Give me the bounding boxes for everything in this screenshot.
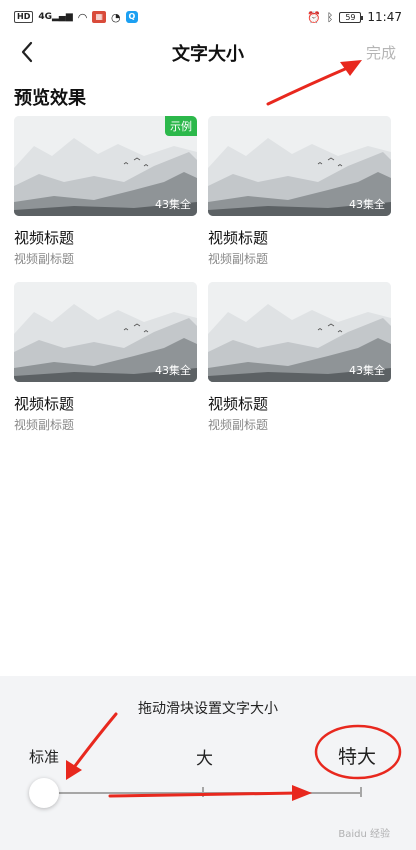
bluetooth-icon: ᛒ bbox=[326, 10, 334, 24]
video-subtitle: 视频副标题 bbox=[208, 252, 269, 266]
video-subtitle: 视频副标题 bbox=[14, 252, 75, 266]
size-label-extra-large[interactable]: 特大 bbox=[338, 742, 376, 769]
video-title: 视频标题 bbox=[14, 395, 75, 413]
video-thumbnail: 示例 43集全 bbox=[14, 116, 197, 216]
calendar-icon: ▦ bbox=[92, 11, 106, 23]
video-thumbnail: 43集全 bbox=[208, 282, 391, 382]
status-bar: HD 4G▂▄▆ ◠ ▦ ◔ Q ⏰ ᛒ 59 11:47 bbox=[0, 0, 416, 34]
font-size-panel: 拖动滑块设置文字大小 标准 大 特大 bbox=[0, 676, 416, 850]
page-title: 文字大小 bbox=[172, 44, 244, 65]
slider-knob[interactable] bbox=[29, 778, 59, 808]
video-subtitle: 视频副标题 bbox=[14, 418, 75, 432]
preview-section-title: 预览效果 bbox=[14, 88, 86, 109]
episode-count: 43集全 bbox=[155, 364, 191, 377]
video-card[interactable]: 43集全 视频标题 视频副标题 bbox=[208, 282, 391, 433]
vpn-icon: ◔ bbox=[110, 10, 121, 24]
app-icon: Q bbox=[125, 11, 139, 23]
video-card[interactable]: 43集全 视频标题 视频副标题 bbox=[14, 282, 197, 433]
slider-hint: 拖动滑块设置文字大小 bbox=[138, 701, 278, 717]
battery-icon: 59 bbox=[339, 11, 364, 23]
hd-icon: HD bbox=[14, 11, 34, 23]
episode-count: 43集全 bbox=[349, 364, 385, 377]
slider-tick bbox=[360, 787, 362, 797]
status-left-icons: HD 4G▂▄▆ ◠ ▦ ◔ Q bbox=[14, 10, 139, 24]
alarm-icon: ⏰ bbox=[307, 10, 321, 24]
wifi-icon: ◠ bbox=[77, 10, 88, 24]
status-right-icons: ⏰ ᛒ 59 11:47 bbox=[307, 10, 402, 24]
video-card[interactable]: 43集全 视频标题 视频副标题 bbox=[208, 116, 391, 267]
episode-count: 43集全 bbox=[349, 198, 385, 211]
video-thumbnail: 43集全 bbox=[14, 282, 197, 382]
video-subtitle: 视频副标题 bbox=[208, 418, 269, 432]
signal-icon: 4G▂▄▆ bbox=[38, 12, 73, 22]
video-title: 视频标题 bbox=[208, 229, 269, 247]
size-label-large[interactable]: 大 bbox=[196, 744, 213, 769]
done-button[interactable]: 完成 bbox=[366, 42, 396, 63]
slider-tick bbox=[202, 787, 204, 797]
size-label-standard[interactable]: 标准 bbox=[29, 746, 59, 767]
example-tag: 示例 bbox=[165, 116, 197, 136]
episode-count: 43集全 bbox=[155, 198, 191, 211]
video-title: 视频标题 bbox=[14, 229, 75, 247]
clock: 11:47 bbox=[367, 10, 402, 24]
video-title: 视频标题 bbox=[208, 395, 269, 413]
title-bar: 文字大小 完成 bbox=[0, 34, 416, 70]
video-thumbnail: 43集全 bbox=[208, 116, 391, 216]
watermark: Baidu 经验 bbox=[338, 829, 390, 840]
video-card[interactable]: 示例 43集全 视频标题 视频副标题 bbox=[14, 116, 197, 267]
